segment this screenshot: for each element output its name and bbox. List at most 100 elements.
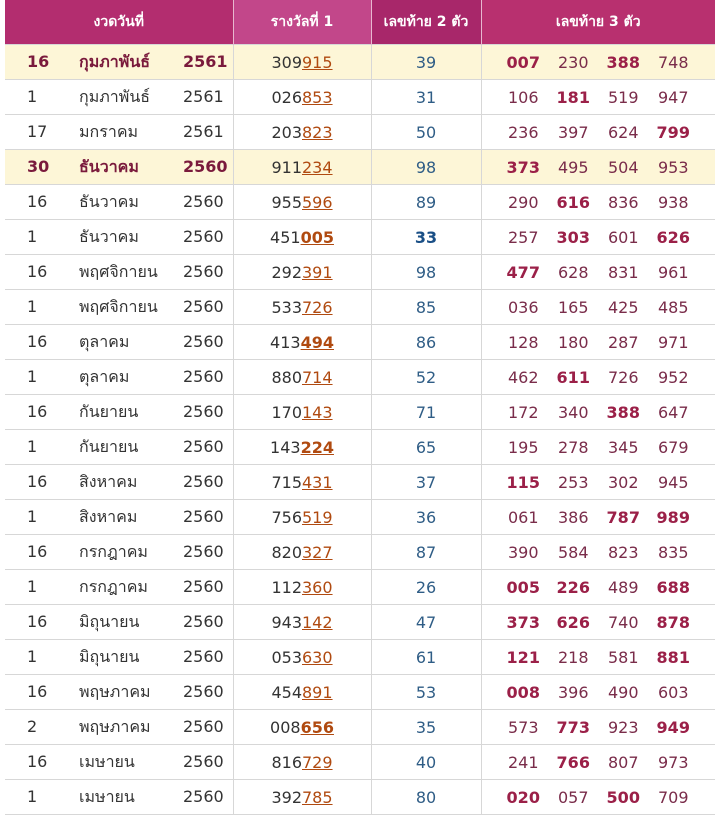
first-prize-suffix-link[interactable]: 915 — [302, 53, 333, 72]
first-prize-suffix-link[interactable]: 234 — [302, 158, 333, 177]
first-prize-suffix-link[interactable]: 143 — [302, 403, 333, 422]
last-three-number: 581 — [607, 647, 639, 667]
last-two-cell: 98 — [371, 149, 482, 185]
table-row: 16 ธันวาคม 2560 955596 89 290 616 836 938 — [5, 184, 715, 220]
draw-year: 2560 — [183, 646, 224, 666]
last-three-number: 287 — [607, 332, 639, 352]
last-two-cell: 71 — [371, 394, 482, 430]
first-prize-suffix-link[interactable]: 853 — [302, 88, 333, 107]
last-three-number: 616 — [556, 192, 590, 212]
first-prize-suffix-link[interactable]: 823 — [302, 123, 333, 142]
last-three-number: 345 — [607, 437, 639, 457]
last-three-cell: 373 495 504 953 — [481, 149, 715, 185]
last-two-cell: 36 — [371, 499, 482, 535]
draw-day: 16 — [27, 751, 48, 771]
draw-year: 2560 — [183, 401, 224, 421]
draw-day: 1 — [27, 366, 38, 386]
table-row: 16 พฤษภาคม 2560 454891 53 008 396 490 603 — [5, 674, 715, 710]
first-prize-suffix-link[interactable]: 714 — [302, 368, 333, 387]
last-two-cell: 89 — [371, 184, 482, 220]
last-three-number: 195 — [507, 437, 539, 457]
first-prize-prefix: 820 — [271, 542, 302, 562]
table-row: 1 กรกฎาคม 2560 112360 26 005 226 489 688 — [5, 569, 715, 605]
first-prize-suffix-link[interactable]: 005 — [301, 228, 334, 247]
first-prize-prefix: 451 — [270, 227, 301, 247]
first-prize-suffix-link[interactable]: 729 — [302, 753, 333, 772]
draw-day: 1 — [27, 296, 38, 316]
last-three-number: 181 — [556, 87, 590, 107]
draw-month: กรกฎาคม — [79, 576, 148, 596]
table-row: 1 เมษายน 2560 392785 80 020 057 500 709 — [5, 779, 715, 815]
last-three-cell: 573 773 923 949 — [481, 709, 715, 745]
last-three-cell: 115 253 302 945 — [481, 464, 715, 500]
first-prize-prefix: 292 — [271, 262, 302, 282]
first-prize-suffix-link[interactable]: 519 — [302, 508, 333, 527]
first-prize-suffix-link[interactable]: 142 — [302, 613, 333, 632]
draw-month: มกราคม — [79, 121, 139, 141]
last-three-number: 573 — [507, 717, 539, 737]
draw-year: 2560 — [183, 716, 224, 736]
first-prize-suffix-link[interactable]: 726 — [302, 298, 333, 317]
draw-date-cell: 17 มกราคม 2561 — [5, 114, 234, 150]
last-three-number: 172 — [507, 402, 539, 422]
first-prize-suffix-link[interactable]: 630 — [302, 648, 333, 667]
draw-month: มิถุนายน — [79, 611, 140, 631]
last-three-number: 390 — [507, 542, 539, 562]
first-prize-cell: 392785 — [233, 779, 372, 815]
table-row: 1 กุมภาพันธ์ 2561 026853 31 106 181 519 947 — [5, 79, 715, 115]
first-prize-suffix-link[interactable]: 391 — [302, 263, 333, 282]
draw-month: ตุลาคม — [79, 331, 130, 351]
draw-day: 16 — [27, 401, 48, 421]
draw-date-cell: 1 ธันวาคม 2560 — [5, 219, 234, 255]
first-prize-suffix-link[interactable]: 360 — [302, 578, 333, 597]
last-two-cell: 65 — [371, 429, 482, 465]
first-prize-suffix-link[interactable]: 891 — [302, 683, 333, 702]
first-prize-prefix: 170 — [271, 402, 302, 422]
last-three-number: 462 — [507, 367, 539, 387]
header-last-three-digits: เลขท้าย 3 ตัว — [481, 0, 715, 45]
last-three-cell: 008 396 490 603 — [481, 674, 715, 710]
first-prize-suffix-link[interactable]: 785 — [302, 788, 333, 807]
first-prize-suffix-link[interactable]: 431 — [302, 473, 333, 492]
table-row: 30 ธันวาคม 2560 911234 98 373 495 504 953 — [5, 149, 715, 185]
draw-date-cell: 1 กันยายน 2560 — [5, 429, 234, 465]
first-prize-cell: 816729 — [233, 744, 372, 780]
table-row: 1 ธันวาคม 2560 451005 33 257 303 601 626 — [5, 219, 715, 255]
first-prize-cell: 413494 — [233, 324, 372, 360]
last-three-cell: 462 611 726 952 — [481, 359, 715, 395]
last-three-number: 253 — [557, 472, 589, 492]
draw-date-cell: 16 ตุลาคม 2560 — [5, 324, 234, 360]
last-three-number: 036 — [507, 297, 539, 317]
first-prize-suffix-link[interactable]: 494 — [301, 333, 334, 352]
draw-date-cell: 2 พฤษภาคม 2560 — [5, 709, 234, 745]
first-prize-prefix: 943 — [271, 612, 302, 632]
draw-month: เมษายน — [79, 786, 135, 806]
last-three-cell: 061 386 787 989 — [481, 499, 715, 535]
first-prize-prefix: 143 — [270, 437, 301, 457]
first-prize-prefix: 309 — [271, 52, 302, 72]
draw-year: 2560 — [183, 331, 224, 351]
first-prize-prefix: 053 — [271, 647, 302, 667]
last-three-number: 584 — [557, 542, 589, 562]
last-three-number: 489 — [607, 577, 639, 597]
first-prize-cell: 292391 — [233, 254, 372, 290]
last-two-cell: 33 — [371, 219, 482, 255]
first-prize-suffix-link[interactable]: 327 — [302, 543, 333, 562]
draw-year: 2560 — [183, 156, 228, 176]
draw-day: 16 — [27, 471, 48, 491]
first-prize-prefix: 413 — [270, 332, 301, 352]
last-three-number: 973 — [657, 752, 689, 772]
last-three-number: 766 — [556, 752, 590, 772]
first-prize-cell: 955596 — [233, 184, 372, 220]
last-three-number: 373 — [506, 157, 540, 177]
draw-date-cell: 30 ธันวาคม 2560 — [5, 149, 234, 185]
table-row: 16 มิถุนายน 2560 943142 47 373 626 740 878 — [5, 604, 715, 640]
first-prize-suffix-link[interactable]: 596 — [302, 193, 333, 212]
last-three-number: 971 — [657, 332, 689, 352]
first-prize-suffix-link[interactable]: 224 — [301, 438, 334, 457]
last-three-number: 961 — [657, 262, 689, 282]
table-row: 1 ตุลาคม 2560 880714 52 462 611 726 952 — [5, 359, 715, 395]
draw-date-cell: 16 พฤษภาคม 2560 — [5, 674, 234, 710]
last-three-number: 477 — [506, 262, 540, 282]
first-prize-suffix-link[interactable]: 656 — [301, 718, 334, 737]
